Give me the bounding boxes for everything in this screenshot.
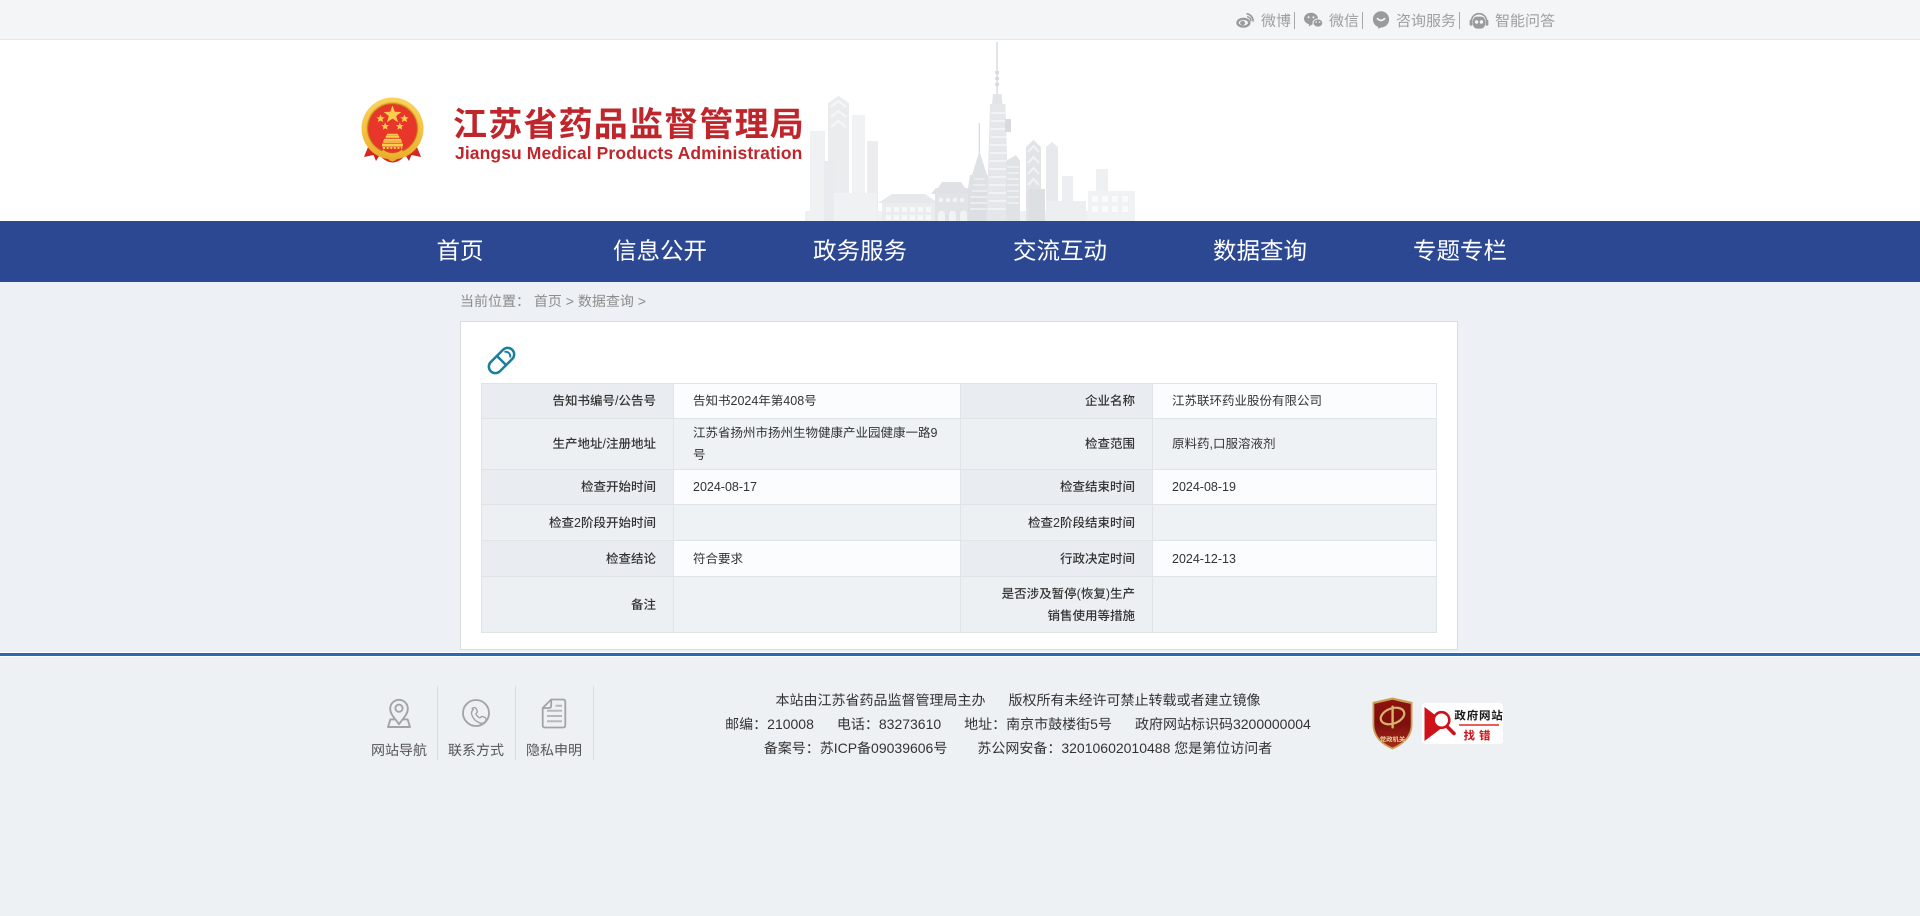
svg-text:找错: 找错: [1464, 730, 1495, 743]
svg-text:党政机关: 党政机关: [1380, 736, 1406, 744]
svg-text:政府网站: 政府网站: [1454, 710, 1503, 723]
